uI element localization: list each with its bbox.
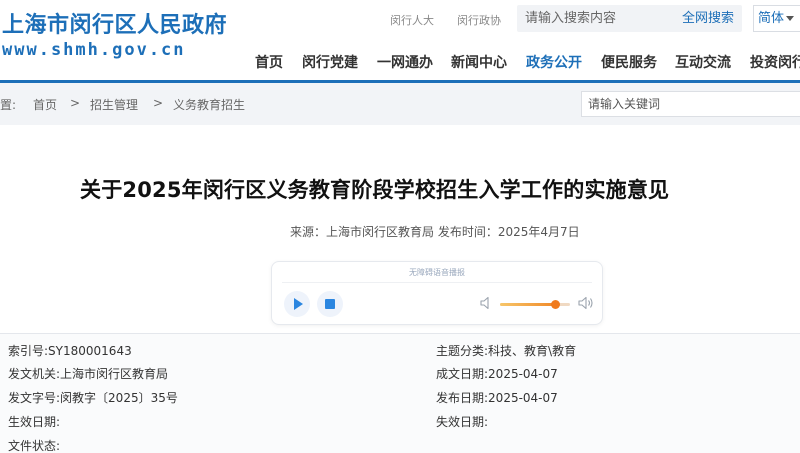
info-label: 发文机关: xyxy=(8,367,61,381)
language-select[interactable]: 简体 xyxy=(753,5,800,32)
info-value: 2025-04-07 xyxy=(488,391,558,405)
info-label: 发文字号: xyxy=(8,391,61,405)
info-label: 发布日期: xyxy=(436,391,489,405)
breadcrumb-prefix: 置: xyxy=(0,98,17,112)
site-logo-url[interactable]: www.shmh.gov.cn xyxy=(2,40,186,60)
breadcrumb-separator: > xyxy=(70,96,81,110)
site-search: 全网搜索 xyxy=(517,5,742,32)
top-link-zhengxie[interactable]: 闵行政协 xyxy=(457,12,501,28)
caret-down-icon xyxy=(786,16,795,21)
info-label: 索引号: xyxy=(8,344,49,358)
info-effective-date: 生效日期: xyxy=(8,413,60,430)
player-divider xyxy=(282,282,592,283)
breadcrumb-home[interactable]: 首页 xyxy=(33,96,57,113)
stop-button[interactable] xyxy=(317,291,343,317)
top-link-renda[interactable]: 闵行人大 xyxy=(390,12,434,28)
info-written-date: 成文日期:2025-04-07 xyxy=(436,365,558,382)
breadcrumb-separator: > xyxy=(153,96,164,110)
global-search-button[interactable]: 全网搜索 xyxy=(682,5,734,32)
nav-item-news[interactable]: 新闻中心 xyxy=(451,52,507,72)
article-meta: 来源：上海市闵行区教育局 发布时间：2025年4月7日 xyxy=(290,225,580,239)
info-index-number: 索引号:SY180001643 xyxy=(8,342,132,359)
nav-item-gov-affairs[interactable]: 政务公开 xyxy=(526,52,582,72)
nav-item-services[interactable]: 一网通办 xyxy=(377,52,433,72)
breadcrumb-enrollment[interactable]: 招生管理 xyxy=(90,96,138,113)
site-logo-cn[interactable]: 上海市闵行区人民政府 xyxy=(2,7,227,39)
info-file-status: 文件状态: xyxy=(8,437,60,453)
volume-handle[interactable] xyxy=(550,300,560,309)
keyword-input[interactable] xyxy=(582,92,800,116)
info-label: 文件状态: xyxy=(8,439,61,453)
info-expiry-date: 失效日期: xyxy=(436,413,488,430)
keyword-search xyxy=(581,91,800,117)
info-value: 上海市闵行区教育局 xyxy=(60,367,169,381)
article-title: 关于2025年闵行区义务教育阶段学校招生入学工作的实施意见 xyxy=(80,178,670,202)
audio-player: 无障碍语音播报 xyxy=(271,261,603,325)
play-button[interactable] xyxy=(284,291,310,317)
language-label: 简体 xyxy=(758,11,785,26)
info-value: 2025-04-07 xyxy=(488,367,558,381)
nav-item-home[interactable]: 首页 xyxy=(255,52,283,72)
breadcrumb-compulsory-education[interactable]: 义务教育招生 xyxy=(173,96,245,113)
info-value: 科技、教育\教育 xyxy=(488,344,577,358)
player-label: 无障碍语音播报 xyxy=(409,268,465,277)
info-label: 生效日期: xyxy=(8,415,61,429)
nav-item-convenience[interactable]: 便民服务 xyxy=(601,52,657,72)
site-header: 上海市闵行区人民政府 www.shmh.gov.cn 闵行人大 闵行政协 全网搜… xyxy=(0,0,800,83)
info-value: 闵教字〔2025〕35号 xyxy=(60,391,178,405)
info-value: SY180001643 xyxy=(48,344,132,358)
volume-low-icon[interactable] xyxy=(480,296,492,310)
volume-slider[interactable] xyxy=(500,300,570,309)
volume-high-icon[interactable] xyxy=(578,296,594,310)
breadcrumb-bar: 置: 首页 > 招生管理 > 义务教育招生 xyxy=(0,83,800,125)
volume-fill xyxy=(500,303,555,306)
info-label: 失效日期: xyxy=(436,415,489,429)
info-label: 成文日期: xyxy=(436,367,489,381)
info-issuing-authority: 发文机关:上海市闵行区教育局 xyxy=(8,365,168,382)
search-input[interactable] xyxy=(525,5,665,32)
nav-item-party[interactable]: 闵行党建 xyxy=(302,52,358,72)
nav-item-interaction[interactable]: 互动交流 xyxy=(675,52,731,72)
info-publish-date: 发布日期:2025-04-07 xyxy=(436,389,558,406)
info-label: 主题分类: xyxy=(436,344,489,358)
nav-item-investment[interactable]: 投资闵行 xyxy=(750,52,800,72)
info-subject-category: 主题分类:科技、教育\教育 xyxy=(436,342,576,359)
document-info: 索引号:SY180001643 发文机关:上海市闵行区教育局 发文字号:闵教字〔… xyxy=(0,334,800,453)
info-document-number: 发文字号:闵教字〔2025〕35号 xyxy=(8,389,178,406)
